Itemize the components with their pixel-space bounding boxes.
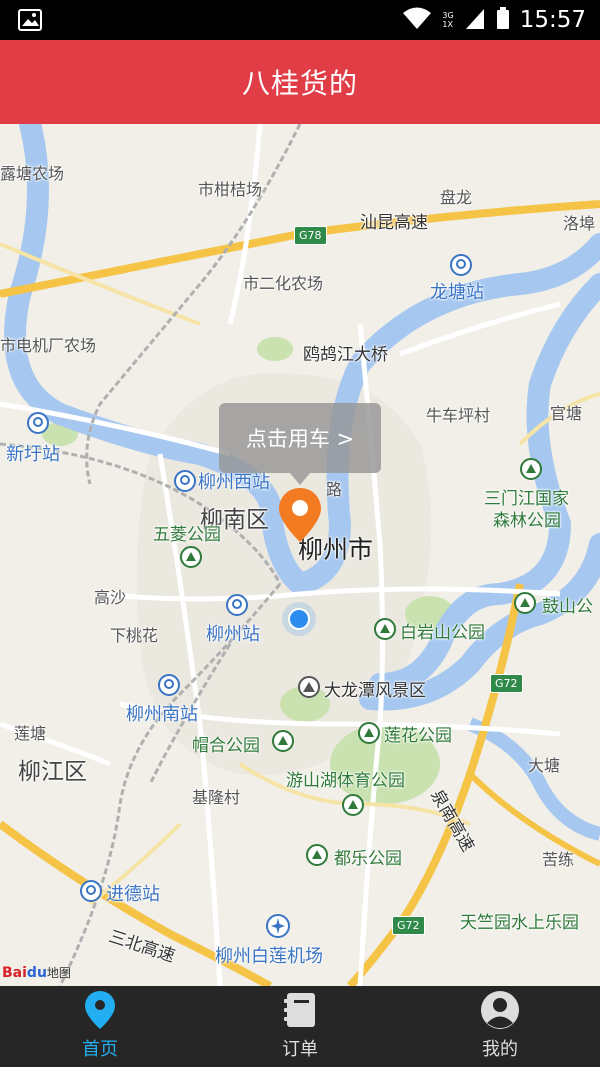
battery-icon (496, 6, 510, 34)
map-label: 进德站 (106, 884, 160, 905)
map-label: 柳州南站 (126, 704, 198, 725)
baidu-logo-paw: du (26, 965, 47, 981)
map-label: 莲花公园 (384, 726, 452, 746)
park-icon[interactable] (374, 618, 396, 644)
map-label: 白岩山公园 (400, 623, 485, 643)
map-label: 洛埠 (563, 214, 596, 233)
park-icon[interactable] (358, 722, 380, 748)
map-label: 鼓山公 (542, 597, 593, 617)
airport-icon[interactable] (266, 914, 290, 942)
tab-home[interactable]: 首页 (0, 986, 200, 1067)
station-icon[interactable] (27, 412, 49, 438)
user-profile-icon (480, 987, 520, 1033)
park-icon[interactable] (180, 546, 202, 572)
station-icon[interactable] (80, 880, 102, 906)
map-label: 帽合公园 (192, 736, 260, 756)
map-label: 高沙 (94, 588, 127, 607)
baidu-logo-text: Bai (2, 965, 27, 981)
road-shield-g72: G72 (392, 916, 425, 935)
road-shield-g78: G78 (294, 226, 327, 245)
bottom-tab-bar: 首页 订单 我的 (0, 986, 600, 1067)
tab-mine-label: 我的 (482, 1039, 518, 1060)
map-label: 龙塘站 (430, 282, 484, 303)
road-shield-g72: G72 (490, 674, 523, 693)
status-bar: 3G 1X 15:57 (0, 0, 600, 40)
map-label: 官塘 (550, 404, 583, 423)
network-type: 3G 1X (442, 11, 453, 29)
park-icon[interactable] (342, 794, 364, 820)
station-icon[interactable] (158, 674, 180, 700)
tab-orders-label: 订单 (282, 1039, 318, 1060)
map-label: 盘龙 (440, 188, 473, 207)
map-label: 牛车坪村 (426, 406, 491, 425)
scenic-icon[interactable] (298, 676, 320, 702)
map-label: 下桃花 (110, 626, 159, 645)
park-icon[interactable] (514, 592, 536, 618)
map-label: 市电机厂农场 (0, 336, 97, 355)
park-icon[interactable] (306, 844, 328, 870)
location-marker-icon[interactable] (277, 486, 323, 548)
location-pin-icon (84, 987, 116, 1033)
map-label: 新圩站 (6, 444, 60, 465)
map-view[interactable]: 露塘农场 市柑桔场 盘龙 洛埠 汕昆高速 市二化农场 龙塘站 市电机厂农场 鸥鸪… (0, 124, 600, 986)
map-label: 柳江区 (18, 759, 87, 785)
baidu-logo-suffix: 地图 (46, 966, 71, 980)
app-header: 八桂货的 (0, 40, 600, 124)
map-label: 汕昆高速 (360, 213, 428, 233)
park-icon[interactable] (520, 458, 542, 484)
map-label: 莲塘 (14, 724, 47, 743)
current-location-dot (288, 608, 310, 630)
map-label: 大龙潭风景区 (324, 681, 426, 701)
network-bottom-label: 1X (442, 20, 453, 29)
map-label: 柳州站 (206, 624, 260, 645)
map-label: 基隆村 (192, 788, 241, 807)
tab-home-label: 首页 (82, 1039, 118, 1060)
wifi-icon (402, 6, 432, 34)
map-label: 路 (326, 480, 343, 499)
tab-mine[interactable]: 我的 (400, 986, 600, 1067)
map-label: 都乐公园 (334, 849, 402, 869)
page-title: 八桂货的 (241, 67, 358, 100)
order-book-icon (283, 987, 317, 1033)
image-icon (18, 9, 42, 35)
map-label: 柳州白莲机场 (215, 946, 323, 967)
callout-arrow (290, 473, 310, 485)
call-car-button[interactable]: 点击用车 > (219, 403, 381, 485)
map-label: 苦练 (542, 850, 575, 869)
park-icon[interactable] (272, 730, 294, 756)
map-label: 五菱公园 (153, 525, 221, 545)
station-icon[interactable] (450, 254, 472, 280)
station-icon[interactable] (174, 470, 196, 496)
map-label: 天竺园水上乐园 (460, 913, 579, 933)
map-label: 森林公园 (493, 511, 561, 531)
map-label: 露塘农场 (0, 164, 65, 183)
signal-icon (464, 6, 486, 34)
network-top-label: 3G (442, 11, 454, 20)
status-time: 15:57 (519, 7, 586, 33)
map-label: 市二化农场 (243, 274, 324, 293)
tab-orders[interactable]: 订单 (200, 986, 400, 1067)
map-label: 市柑桔场 (198, 180, 263, 199)
map-label: 鸥鸪江大桥 (303, 345, 388, 365)
call-car-label: 点击用车 > (245, 427, 355, 451)
baidu-map-logo: Baidu地图 (2, 964, 71, 981)
map-label: 游山湖体育公园 (286, 771, 405, 791)
station-icon[interactable] (226, 594, 248, 620)
map-label: 大塘 (528, 756, 561, 775)
